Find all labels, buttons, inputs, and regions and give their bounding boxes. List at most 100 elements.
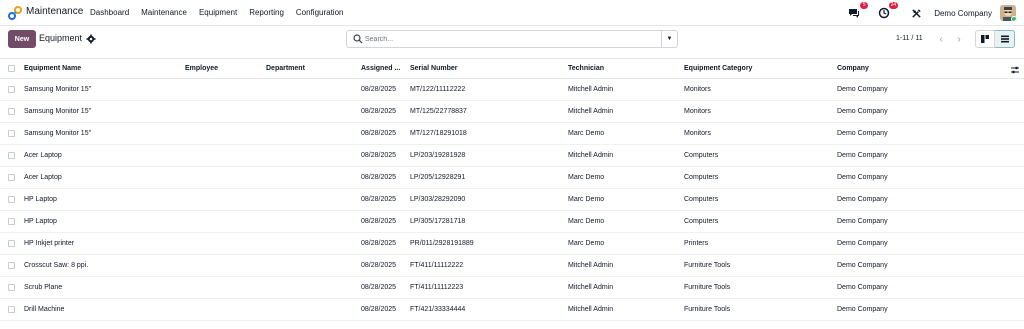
breadcrumb: Equipment <box>39 33 83 43</box>
table-row[interactable]: Scrub Plane 08/28/2025 FT/411/11112223 Mitc… <box>0 277 1024 299</box>
table-row[interactable]: HP Laptop 08/28/2025 LP/305/17281718 Marc D… <box>0 211 1024 233</box>
pager-value[interactable]: 1-11 / 11 <box>896 35 923 42</box>
cell-serial-number: LP/203/19281928 <box>410 152 466 159</box>
row-checkbox[interactable] <box>8 240 15 247</box>
cell-equipment-category: Monitors <box>684 86 711 93</box>
cell-equipment-category: Computers <box>684 218 719 225</box>
row-checkbox[interactable] <box>8 218 15 225</box>
cell-assigned-date: 08/28/2025 <box>361 240 397 247</box>
tools-icon <box>912 8 921 18</box>
search-bar: ▼ <box>346 30 678 48</box>
cell-serial-number: LP/303/28292090 <box>410 196 466 203</box>
menu-reporting[interactable]: Reporting <box>249 8 284 17</box>
tools-button[interactable] <box>908 5 924 21</box>
table-row[interactable]: Drill Machine 08/28/2025 FT/421/33334444 Mi… <box>0 299 1024 321</box>
row-checkbox[interactable] <box>8 86 15 93</box>
kanban-view-button[interactable] <box>975 30 995 48</box>
cell-assigned-date: 08/28/2025 <box>361 284 397 291</box>
cell-company: Demo Company <box>837 86 888 93</box>
user-avatar[interactable] <box>1000 5 1016 21</box>
pager-previous-button[interactable]: ‹ <box>932 30 950 48</box>
search-input[interactable] <box>365 31 655 47</box>
chevron-right-icon: › <box>957 33 961 45</box>
column-company[interactable]: Company <box>837 65 869 72</box>
row-checkbox[interactable] <box>8 284 15 291</box>
cell-serial-number: MT/125/22778837 <box>410 108 467 115</box>
table-row[interactable]: Acer Laptop 08/28/2025 LP/203/19281928 Mitc… <box>0 145 1024 167</box>
column-assigned-date[interactable]: Assigned ... <box>361 65 400 72</box>
cell-equipment-name: Drill Machine <box>24 306 65 313</box>
row-checkbox[interactable] <box>8 174 15 181</box>
cell-company: Demo Company <box>837 152 888 159</box>
cell-serial-number: LP/205/12928291 <box>410 174 466 181</box>
table-row[interactable]: HP Laptop 08/28/2025 LP/303/28292090 Marc D… <box>0 189 1024 211</box>
row-checkbox[interactable] <box>8 130 15 137</box>
cell-serial-number: MT/127/18291018 <box>410 130 467 137</box>
cell-assigned-date: 08/28/2025 <box>361 108 397 115</box>
cell-assigned-date: 08/28/2025 <box>361 306 397 313</box>
search-options-toggle[interactable]: ▼ <box>661 31 677 47</box>
cell-equipment-name: Samsung Monitor 15" <box>24 108 92 115</box>
row-checkbox[interactable] <box>8 262 15 269</box>
table-row[interactable]: Samsung Monitor 15" 08/28/2025 MT/122/1111… <box>0 79 1024 101</box>
column-department[interactable]: Department <box>266 65 305 72</box>
menu-configuration[interactable]: Configuration <box>296 8 344 17</box>
table-row[interactable]: Samsung Monitor 15" 08/28/2025 MT/127/1829… <box>0 123 1024 145</box>
cell-technician: Marc Demo <box>568 218 605 225</box>
cell-company: Demo Company <box>837 284 888 291</box>
cell-company: Demo Company <box>837 130 888 137</box>
cell-equipment-category: Printers <box>684 240 709 247</box>
column-employee[interactable]: Employee <box>185 65 218 72</box>
cell-equipment-name: Scrub Plane <box>24 284 63 291</box>
menu-equipment[interactable]: Equipment <box>199 8 237 17</box>
online-status-dot <box>1011 16 1016 21</box>
row-checkbox[interactable] <box>8 152 15 159</box>
row-checkbox[interactable] <box>8 196 15 203</box>
table-row[interactable]: Acer Laptop 08/28/2025 LP/205/12928291 Marc… <box>0 167 1024 189</box>
table-row[interactable]: Samsung Monitor 15" 08/28/2025 MT/125/2277… <box>0 101 1024 123</box>
cell-equipment-category: Monitors <box>684 108 711 115</box>
activity-button[interactable]: 24 <box>876 2 899 21</box>
chat-icon <box>849 9 860 18</box>
cell-technician: Marc Demo <box>568 174 605 181</box>
cell-equipment-category: Computers <box>684 174 719 181</box>
cell-serial-number: FT/411/11112222 <box>410 262 464 269</box>
list-view-button[interactable] <box>995 30 1015 48</box>
new-button[interactable]: New <box>8 30 36 48</box>
cell-company: Demo Company <box>837 240 888 247</box>
gear-icon[interactable] <box>86 34 96 44</box>
maintenance-logo-icon[interactable] <box>8 6 22 20</box>
cell-equipment-name: Acer Laptop <box>24 174 62 181</box>
cell-serial-number: PR/011/2928191889 <box>410 240 474 247</box>
optional-columns-icon[interactable] <box>1010 65 1020 75</box>
cell-technician: Marc Demo <box>568 196 605 203</box>
column-equipment-category[interactable]: Equipment Category <box>684 65 752 72</box>
pager-next-button[interactable]: › <box>950 30 968 48</box>
messages-button[interactable]: 5 <box>846 2 869 21</box>
menu-maintenance[interactable]: Maintenance <box>141 8 187 17</box>
chevron-left-icon: ‹ <box>939 33 943 45</box>
view-switcher <box>975 30 1015 48</box>
table-row[interactable]: Crosscut Saw: 8 ppi. 08/28/2025 FT/411/111… <box>0 255 1024 277</box>
column-equipment-name[interactable]: Equipment Name <box>24 65 81 72</box>
cell-assigned-date: 08/28/2025 <box>361 152 397 159</box>
cell-assigned-date: 08/28/2025 <box>361 218 397 225</box>
select-all-checkbox[interactable] <box>8 65 15 72</box>
cell-assigned-date: 08/28/2025 <box>361 174 397 181</box>
table-row[interactable]: HP Inkjet printer 08/28/2025 PR/011/292819… <box>0 233 1024 255</box>
row-checkbox[interactable] <box>8 108 15 115</box>
menu-dashboard[interactable]: Dashboard <box>90 8 129 17</box>
cell-technician: Marc Demo <box>568 240 605 247</box>
column-technician[interactable]: Technician <box>568 65 604 72</box>
table-header: Equipment Name Employee Department Assig… <box>0 58 1024 79</box>
cell-technician: Mitchell Admin <box>568 86 614 93</box>
cell-equipment-category: Furniture Tools <box>684 262 731 269</box>
cell-equipment-name: Samsung Monitor 15" <box>24 130 92 137</box>
row-checkbox[interactable] <box>8 306 15 313</box>
app-name[interactable]: Maintenance <box>26 6 83 17</box>
navbar-systray: 5 24 Demo Company <box>838 2 1016 22</box>
top-navbar: Maintenance Dashboard Maintenance Equipm… <box>0 0 1024 26</box>
column-serial-number[interactable]: Serial Number <box>410 65 457 72</box>
cell-equipment-category: Computers <box>684 196 719 203</box>
company-switcher[interactable]: Demo Company <box>934 9 992 18</box>
